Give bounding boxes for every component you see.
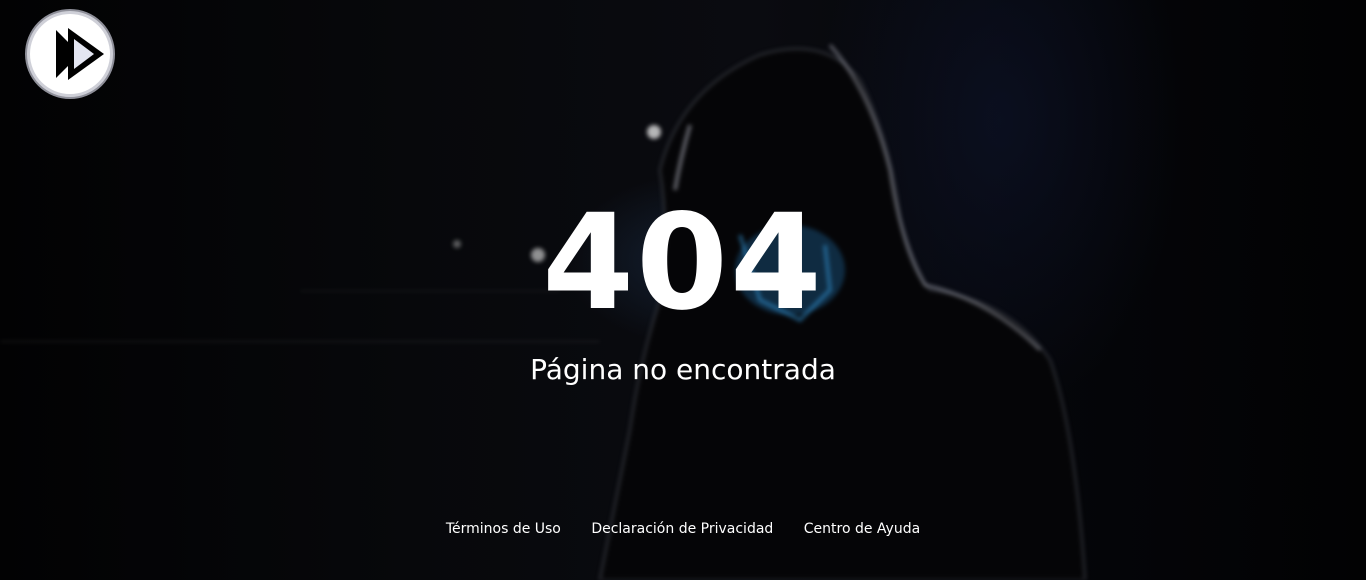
help-center-link[interactable]: Centro de Ayuda [804,521,920,537]
footer-links: Términos de Uso Declaración de Privacida… [0,518,1366,540]
logo-link[interactable] [24,8,116,100]
terms-of-use-link[interactable]: Términos de Uso [446,521,561,537]
error-code: 404 [542,186,824,340]
error-page: 404 Página no encontrada Términos de Uso… [0,0,1366,580]
play-logo-icon [25,9,115,99]
error-message: Página no encontrada [530,353,836,386]
error-message-block: 404 Página no encontrada [0,188,1366,388]
privacy-statement-link[interactable]: Declaración de Privacidad [591,521,773,537]
